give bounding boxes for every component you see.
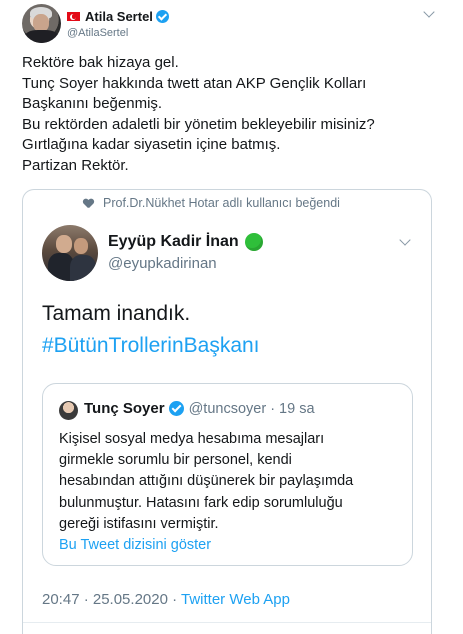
inner-avatar	[59, 401, 78, 420]
source-app: Twitter Web App	[181, 591, 290, 608]
tweet-line: Rektöre bak hizaya gel.	[22, 54, 179, 71]
verified-icon	[155, 10, 169, 23]
green-circle-emoji-icon	[244, 233, 263, 251]
inner-line: hesabından attığını düşünerek bir paylaş…	[59, 473, 354, 490]
avatar[interactable]	[22, 4, 61, 43]
inner-line: gereği istifasını vermiştir.	[59, 515, 219, 532]
author-name-row[interactable]: Atila Sertel	[67, 9, 169, 24]
quoted-avatar	[42, 225, 98, 281]
timestamp-text: 20:47 · 25.05.2020 ·	[42, 591, 181, 608]
tweet-text: Rektöre bak hizaya gel. Tunç Soyer hakkı…	[22, 53, 442, 176]
tweet: Atila Sertel @AtilaSertel Rektöre bak hi…	[0, 0, 463, 634]
inner-tweet-text: Kişisel sosyal medya hesabıma mesajları …	[59, 429, 404, 535]
inner-quoted-card: Tunç Soyer @tuncsoyer · 19 sa Kişisel so…	[42, 383, 413, 566]
tweet-line: Gırtlağına kadar siyasetin içine batmış.	[22, 136, 281, 153]
tweet-line: Tunç Soyer hakkında twett atan AKP Gençl…	[22, 74, 367, 92]
tweet-line: Bu rektörden adaletli bir yönetim bekley…	[22, 115, 375, 133]
chevron-down-icon[interactable]	[423, 6, 435, 18]
author-name[interactable]: Atila Sertel	[85, 9, 153, 24]
divider	[23, 622, 431, 623]
show-thread-link: Bu Tweet dizisini göster	[59, 537, 212, 553]
verified-icon	[168, 401, 184, 416]
quoted-timestamp: 20:47 · 25.05.2020 · Twitter Web App	[42, 591, 290, 608]
liked-by-text: Prof.Dr.Nükhet Hotar adlı kullanıcı beğe…	[103, 196, 340, 210]
inner-name-row: Tunç Soyer @tuncsoyer · 19 sa	[84, 400, 315, 417]
tweet-line: Başkanını beğenmiş.	[22, 95, 163, 112]
quoted-tweet-text: Tamam inandık.	[42, 302, 191, 325]
attached-screenshot[interactable]: Prof.Dr.Nükhet Hotar adlı kullanıcı beğe…	[22, 189, 432, 634]
inner-handle-time: @tuncsoyer · 19 sa	[188, 400, 315, 417]
author-handle[interactable]: @AtilaSertel	[67, 27, 128, 39]
quoted-name-row: Eyyüp Kadir İnan	[108, 233, 263, 251]
inner-line: girmekle sorumlu bir personel, kendi	[59, 452, 292, 469]
quoted-author-name: Eyyüp Kadir İnan	[108, 233, 239, 250]
quoted-hashtag: #BütünTrollerinBaşkanı	[42, 334, 260, 357]
inner-line: Kişisel sosyal medya hesabıma mesajları	[59, 431, 325, 447]
chevron-down-icon	[399, 234, 411, 246]
quoted-author-handle: @eyupkadirinan	[108, 255, 217, 272]
liked-by-row: Prof.Dr.Nükhet Hotar adlı kullanıcı beğe…	[83, 196, 340, 210]
inner-author-name: Tunç Soyer	[84, 400, 165, 417]
turkish-flag-icon	[67, 12, 80, 21]
inner-line: bulunmuştur. Hatasını fark edip sorumlul…	[59, 494, 343, 511]
heart-icon	[83, 199, 93, 208]
tweet-line: Partizan Rektör.	[22, 156, 129, 174]
